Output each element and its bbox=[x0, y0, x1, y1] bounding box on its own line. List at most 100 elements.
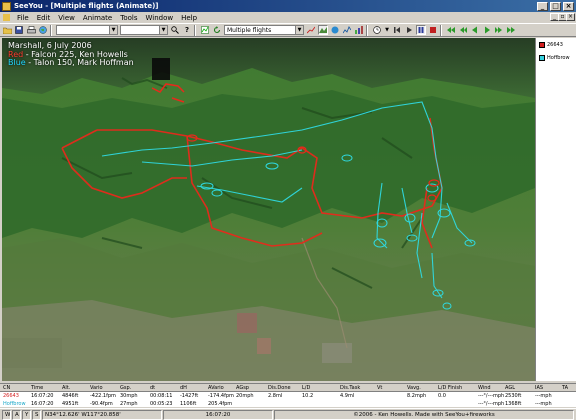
stop-icon[interactable] bbox=[428, 25, 438, 35]
zoom-icon[interactable] bbox=[170, 25, 180, 35]
flight-data-table: CN Time Alt. Vario Gsp. dt dH AVario AGs… bbox=[0, 383, 576, 407]
toolbar-separator bbox=[366, 24, 368, 36]
cell-dt: 00:05:23 bbox=[150, 401, 173, 407]
fast-forward-icon[interactable] bbox=[494, 25, 504, 35]
pilot-list: 26643 Hoffbrow bbox=[535, 38, 576, 381]
play-icon[interactable] bbox=[404, 25, 414, 35]
col-header[interactable]: L/D bbox=[302, 385, 310, 391]
print-icon[interactable] bbox=[26, 25, 36, 35]
col-header[interactable]: L/D Finish bbox=[438, 385, 462, 391]
cell-vario: -422.1fpm bbox=[90, 393, 116, 399]
col-header[interactable]: AVario bbox=[208, 385, 224, 391]
cell-alt: 4846ft bbox=[62, 393, 79, 399]
3d-map-view[interactable]: Marshall, 6 July 2006 Red - Falcon 225, … bbox=[2, 38, 535, 381]
chevron-down-icon[interactable]: ▼ bbox=[295, 26, 303, 34]
pilot-color-swatch bbox=[539, 55, 545, 61]
col-header[interactable]: AGL bbox=[505, 385, 515, 391]
cell-time: 16:07:20 bbox=[31, 393, 54, 399]
clock-icon[interactable] bbox=[372, 25, 382, 35]
open-folder-icon[interactable] bbox=[2, 25, 12, 35]
pilot-name: Hoffbrow bbox=[547, 55, 570, 61]
menu-bar: File Edit View Animate Tools Window Help bbox=[0, 12, 576, 23]
barograph-icon[interactable] bbox=[342, 25, 352, 35]
map-legend: Marshall, 6 July 2006 Red - Falcon 225, … bbox=[8, 41, 134, 68]
rewind-icon[interactable] bbox=[458, 25, 468, 35]
col-header[interactable]: Vavg. bbox=[407, 385, 421, 391]
minimize-button[interactable]: _ bbox=[537, 1, 548, 11]
title-bar: SeeYou - [Multiple flights (Animate)] _ … bbox=[0, 0, 576, 12]
app-icon bbox=[2, 1, 11, 11]
status-coords: N34°12.626' W117°20.858' bbox=[42, 410, 162, 420]
save-icon[interactable] bbox=[14, 25, 24, 35]
pilot-item[interactable]: 26643 bbox=[536, 39, 576, 51]
speed-dropdown-icon[interactable]: ▼ bbox=[384, 25, 390, 35]
forward-arrow-icon[interactable] bbox=[482, 25, 492, 35]
menu-help[interactable]: Help bbox=[177, 14, 201, 22]
cell-cn: Hoffbrow bbox=[3, 401, 26, 407]
close-button[interactable]: × bbox=[563, 1, 574, 11]
trackline-icon[interactable] bbox=[306, 25, 316, 35]
back-arrow-icon[interactable] bbox=[470, 25, 480, 35]
cell-dis-done: 2.8ml bbox=[268, 393, 283, 399]
task-combo[interactable]: ▼ bbox=[120, 25, 168, 35]
toolbar-separator bbox=[50, 24, 52, 36]
status-time: 16:07:20 bbox=[163, 410, 273, 420]
cell-gsp: 30mph bbox=[120, 393, 138, 399]
col-header[interactable]: TA bbox=[562, 385, 568, 391]
cell-agsp: 20mph bbox=[236, 393, 254, 399]
table-row[interactable]: 26643 16:07:20 4846ft -422.1fpm 30mph 00… bbox=[0, 392, 576, 400]
legend-blue-text: - Talon 150, Mark Hoffman bbox=[25, 58, 134, 67]
cell-time: 16:07:20 bbox=[31, 401, 54, 407]
pause-icon[interactable] bbox=[416, 25, 426, 35]
chevron-down-icon[interactable]: ▼ bbox=[159, 26, 167, 34]
globe-icon[interactable] bbox=[38, 25, 48, 35]
menu-view[interactable]: View bbox=[54, 14, 79, 22]
menu-animate[interactable]: Animate bbox=[79, 14, 116, 22]
rewind-start-icon[interactable] bbox=[446, 25, 456, 35]
col-header[interactable]: Alt. bbox=[62, 385, 70, 391]
col-header[interactable]: Time bbox=[31, 385, 43, 391]
forward-end-icon[interactable] bbox=[506, 25, 516, 35]
col-header[interactable]: AGsp bbox=[236, 385, 249, 391]
mdi-close-button[interactable]: × bbox=[566, 13, 575, 21]
statistics-icon[interactable] bbox=[354, 25, 364, 35]
pilot-item[interactable]: Hoffbrow bbox=[536, 52, 576, 64]
step-back-icon[interactable] bbox=[392, 25, 402, 35]
col-header[interactable]: CN bbox=[3, 385, 10, 391]
view-3d-icon[interactable] bbox=[318, 25, 328, 35]
col-header[interactable]: Dis.Done bbox=[268, 385, 291, 391]
status-copyright: ©2006 - Ken Howells. Made with SeeYou+fi… bbox=[274, 410, 574, 420]
search-combo[interactable]: ▼ bbox=[56, 25, 118, 35]
menu-window[interactable]: Window bbox=[142, 14, 178, 22]
flight-icon[interactable] bbox=[200, 25, 210, 35]
toolbar-separator bbox=[440, 24, 442, 36]
menu-tools[interactable]: Tools bbox=[116, 14, 141, 22]
col-header[interactable]: Dis.Task bbox=[340, 385, 360, 391]
col-header[interactable]: Gsp. bbox=[120, 385, 131, 391]
status-mode-s: S bbox=[32, 410, 41, 420]
chevron-down-icon[interactable]: ▼ bbox=[109, 26, 117, 34]
globe-view-icon[interactable] bbox=[330, 25, 340, 35]
window-title: SeeYou - [Multiple flights (Animate)] bbox=[14, 2, 159, 10]
col-header[interactable]: Vt bbox=[377, 385, 382, 391]
cell-vavg: 8.2mph bbox=[407, 393, 427, 399]
table-header-row: CN Time Alt. Vario Gsp. dt dH AVario AGs… bbox=[0, 384, 576, 392]
menu-file[interactable]: File bbox=[13, 14, 33, 22]
col-header[interactable]: dH bbox=[180, 385, 187, 391]
flights-combo[interactable]: Multiple flights ▼ bbox=[224, 25, 304, 35]
refresh-icon[interactable] bbox=[212, 25, 222, 35]
col-header[interactable]: Vario bbox=[90, 385, 103, 391]
table-row[interactable]: Hoffbrow 16:07:20 4951ft -90.4fpm 27mph … bbox=[0, 400, 576, 408]
menu-edit[interactable]: Edit bbox=[33, 14, 55, 22]
maximize-button[interactable]: □ bbox=[550, 1, 561, 11]
status-mode-a: A bbox=[12, 410, 21, 420]
pilot-color-swatch bbox=[539, 42, 545, 48]
cell-wind: ---°/---mph bbox=[478, 393, 505, 399]
status-mode-y: Y bbox=[22, 410, 31, 420]
cell-dh: 1106ft bbox=[180, 401, 197, 407]
help-pointer-icon[interactable]: ? bbox=[182, 25, 192, 35]
document-icon[interactable] bbox=[3, 14, 10, 21]
col-header[interactable]: dt bbox=[150, 385, 155, 391]
col-header[interactable]: Wind bbox=[478, 385, 491, 391]
col-header[interactable]: IAS bbox=[535, 385, 543, 391]
